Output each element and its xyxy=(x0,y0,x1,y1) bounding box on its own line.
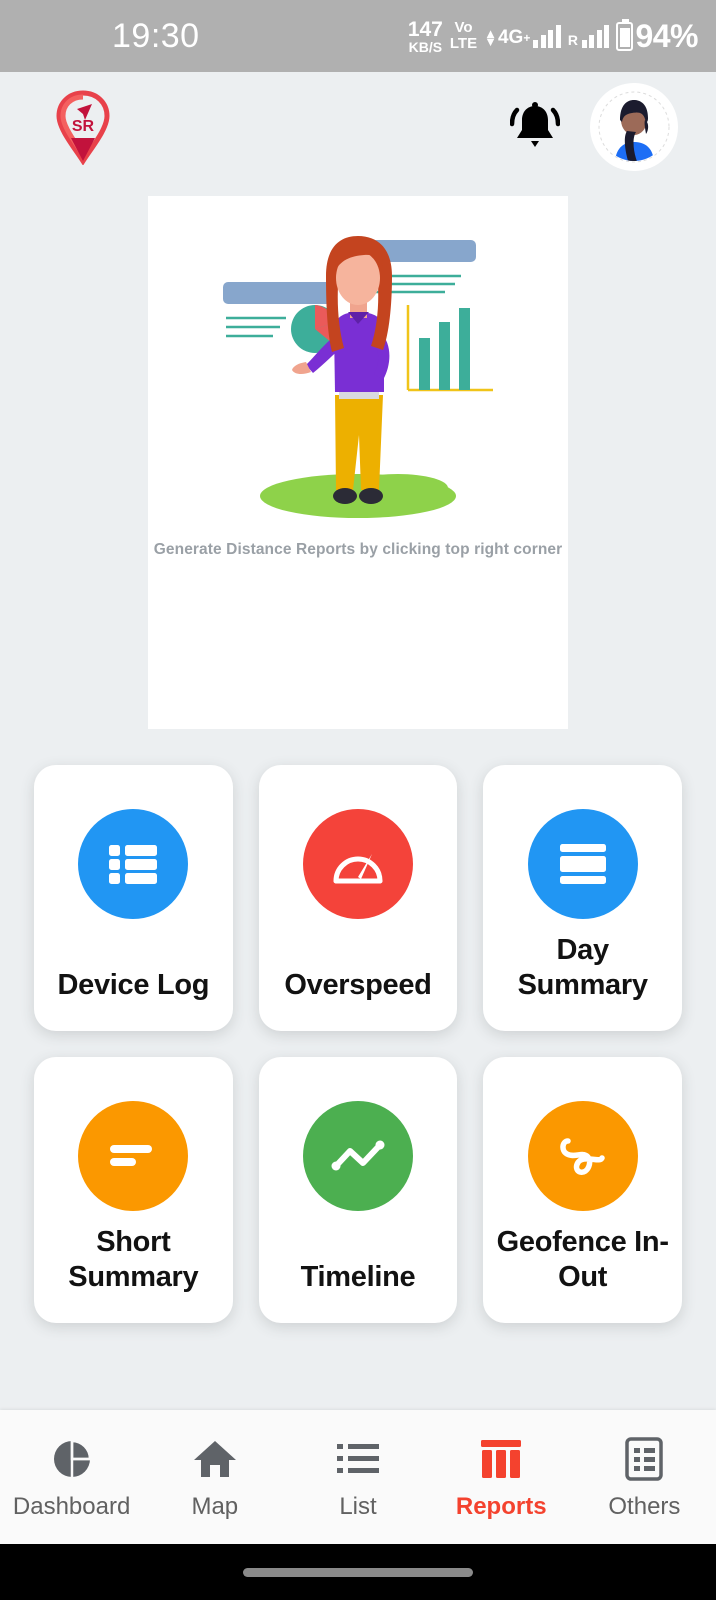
nav-item-label: Dashboard xyxy=(12,1492,131,1520)
battery-icon xyxy=(616,18,634,51)
report-card-label: Short Summary xyxy=(68,1226,199,1294)
data-rate-unit: KB/S xyxy=(408,38,443,55)
status-bar-clock: 19:30 xyxy=(112,16,200,55)
empty-state-card: Generate Distance Reports by clicking to… xyxy=(148,196,568,729)
volte-icon: Vo LTE xyxy=(450,20,477,52)
report-illustration xyxy=(193,210,523,535)
report-card-timeline[interactable]: Timeline xyxy=(258,1057,458,1323)
app-logo-icon[interactable]: SR xyxy=(52,89,114,166)
nav-item-label: List xyxy=(339,1492,377,1520)
battery-indicator: 94% xyxy=(616,18,698,55)
pie-chart-icon xyxy=(50,1434,94,1484)
signal-indicator-sim1: ▲ ▼ 4G + xyxy=(484,24,561,50)
illustration-section: Generate Distance Reports by clicking to… xyxy=(0,196,716,729)
home-icon xyxy=(192,1434,238,1484)
list-rows-icon xyxy=(78,809,189,919)
nav-item-others[interactable]: Others xyxy=(573,1434,716,1521)
signal-bars-icon xyxy=(533,24,561,48)
nav-item-label: Others xyxy=(608,1492,681,1520)
reports-grid: Device Log Overspeed Day Summary Short S… xyxy=(34,765,682,1323)
report-card-label: Device Log xyxy=(57,969,210,1002)
data-rate-value: 147 xyxy=(407,17,443,41)
report-card-day-summary[interactable]: Day Summary xyxy=(483,765,682,1031)
document-icon xyxy=(624,1434,664,1484)
header-actions xyxy=(509,83,678,171)
report-card-label: Timeline xyxy=(300,1261,416,1294)
nav-item-label: Map xyxy=(191,1492,239,1520)
list-icon xyxy=(336,1434,380,1484)
nav-item-list[interactable]: List xyxy=(286,1434,429,1521)
illustration-caption: Generate Distance Reports by clicking to… xyxy=(153,541,563,558)
roaming-label: R xyxy=(567,31,578,48)
report-card-short-summary[interactable]: Short Summary xyxy=(34,1057,233,1323)
bottom-navigation: Dashboard Map List Reports Others xyxy=(0,1410,716,1544)
data-arrows-icon: ▲ ▼ xyxy=(484,26,497,50)
status-bar-indicators: 147 KB/S Vo LTE ▲ ▼ 4G + R 94% xyxy=(408,0,699,72)
zigzag-line-icon xyxy=(302,1101,413,1211)
system-gesture-bar xyxy=(0,1544,716,1600)
network-type-label: ▲ ▼ 4G + xyxy=(484,26,531,50)
bell-icon[interactable] xyxy=(509,100,561,154)
signal-indicator-sim2: R xyxy=(567,24,610,48)
signal-bars-icon-2 xyxy=(581,24,610,48)
report-card-label: Overspeed xyxy=(284,969,432,1002)
app-header: SR xyxy=(0,72,716,182)
battery-percent: 94% xyxy=(635,17,698,54)
speedometer-icon xyxy=(302,809,413,919)
svg-text:SR: SR xyxy=(72,118,95,135)
nav-item-map[interactable]: Map xyxy=(143,1434,286,1521)
report-card-label: Geofence In-Out xyxy=(496,1226,669,1294)
report-card-geofence-in-out[interactable]: Geofence In-Out xyxy=(483,1057,682,1323)
nav-item-dashboard[interactable]: Dashboard xyxy=(0,1434,143,1521)
report-card-overspeed[interactable]: Overspeed xyxy=(258,765,458,1031)
volte-top-text: Vo xyxy=(454,19,473,37)
report-card-device-log[interactable]: Device Log xyxy=(34,765,233,1031)
data-rate-indicator: 147 KB/S xyxy=(408,19,443,54)
nav-item-reports[interactable]: Reports xyxy=(430,1434,573,1521)
gesture-handle[interactable] xyxy=(243,1567,473,1577)
report-card-label: Day Summary xyxy=(517,934,648,1002)
status-bar: 19:30 147 KB/S Vo LTE ▲ ▼ 4G + R 94% xyxy=(0,0,716,72)
volte-bottom-text: LTE xyxy=(449,35,478,52)
nav-item-label: Reports xyxy=(455,1492,547,1520)
bar-chart-icon xyxy=(479,1434,523,1484)
avatar[interactable] xyxy=(590,83,678,171)
summary-bars-icon xyxy=(527,809,638,919)
route-squiggle-icon xyxy=(527,1101,638,1211)
short-lines-icon xyxy=(78,1101,189,1211)
